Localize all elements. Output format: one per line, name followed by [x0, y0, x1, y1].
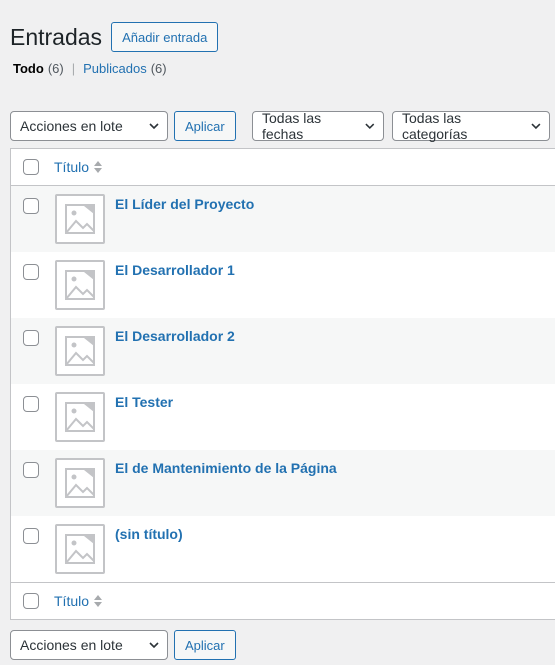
- title-column-footer-label: Título: [54, 593, 90, 609]
- view-published-link[interactable]: Publicados: [83, 61, 147, 76]
- row-checkbox[interactable]: [23, 264, 39, 280]
- table-header: Título: [11, 149, 555, 186]
- post-title-link[interactable]: El Desarrollador 2: [115, 328, 235, 344]
- image-placeholder-icon: [55, 194, 105, 244]
- bulk-actions-select-bottom[interactable]: Acciones en lote: [10, 630, 168, 660]
- posts-table: Título El Líder del Proyecto El Desarrol…: [10, 148, 555, 620]
- title-column-footer[interactable]: Título: [54, 593, 103, 609]
- image-placeholder-icon: [55, 524, 105, 574]
- table-row: El Líder del Proyecto: [11, 186, 555, 252]
- tablenav-top: Acciones en lote Aplicar Todas las fecha…: [10, 110, 555, 142]
- view-all-link[interactable]: Todo: [13, 61, 44, 76]
- title-column-header[interactable]: Título: [54, 159, 103, 175]
- chevron-down-icon: [531, 123, 541, 130]
- add-post-button[interactable]: Añadir entrada: [111, 22, 219, 52]
- post-title-link[interactable]: El Tester: [115, 394, 173, 410]
- row-checkbox[interactable]: [23, 330, 39, 346]
- table-row: (sin título): [11, 516, 555, 582]
- sort-arrows-icon: [94, 595, 103, 607]
- filter-group: Todas las fechas Todas las categorías: [252, 110, 555, 142]
- title-column-label: Título: [54, 159, 90, 175]
- view-all-count: (6): [47, 61, 64, 76]
- table-row: El de Mantenimiento de la Página: [11, 450, 555, 516]
- post-title-link[interactable]: El Desarrollador 1: [115, 262, 235, 278]
- tablenav-bottom: Acciones en lote Aplicar: [10, 630, 236, 660]
- date-filter-select[interactable]: Todas las fechas: [252, 110, 384, 142]
- bulk-actions-label: Acciones en lote: [20, 637, 123, 653]
- table-footer: Título: [11, 582, 555, 619]
- view-filters: Todo (6) | Publicados (6): [13, 61, 167, 76]
- chevron-down-icon: [149, 642, 159, 649]
- category-filter-select[interactable]: Todas las categorías: [392, 110, 550, 142]
- page-title: Entradas: [10, 24, 103, 50]
- view-published-count: (6): [150, 61, 167, 76]
- bulk-actions-select[interactable]: Acciones en lote: [10, 111, 168, 141]
- post-title-link[interactable]: El Líder del Proyecto: [115, 196, 254, 212]
- page-header: Entradas Añadir entrada: [10, 22, 219, 52]
- post-title-link[interactable]: (sin título): [115, 526, 183, 542]
- image-placeholder-icon: [55, 392, 105, 442]
- chevron-down-icon: [365, 123, 375, 130]
- select-all-checkbox-footer[interactable]: [23, 593, 39, 609]
- view-separator: |: [71, 61, 76, 76]
- image-placeholder-icon: [55, 326, 105, 376]
- row-checkbox[interactable]: [23, 462, 39, 478]
- apply-button[interactable]: Aplicar: [174, 111, 236, 141]
- image-placeholder-icon: [55, 458, 105, 508]
- post-title-link[interactable]: El de Mantenimiento de la Página: [115, 460, 337, 476]
- category-filter-label: Todas las categorías: [402, 110, 468, 142]
- table-row: El Tester: [11, 384, 555, 450]
- row-checkbox[interactable]: [23, 528, 39, 544]
- table-row: El Desarrollador 1: [11, 252, 555, 318]
- select-all-checkbox[interactable]: [23, 159, 39, 175]
- apply-button-bottom[interactable]: Aplicar: [174, 630, 236, 660]
- date-filter-label: Todas las fechas: [262, 110, 322, 142]
- sort-arrows-icon: [94, 161, 103, 173]
- row-checkbox[interactable]: [23, 396, 39, 412]
- chevron-down-icon: [149, 123, 159, 130]
- image-placeholder-icon: [55, 260, 105, 310]
- bulk-actions-label: Acciones en lote: [20, 118, 123, 134]
- table-row: El Desarrollador 2: [11, 318, 555, 384]
- row-checkbox[interactable]: [23, 198, 39, 214]
